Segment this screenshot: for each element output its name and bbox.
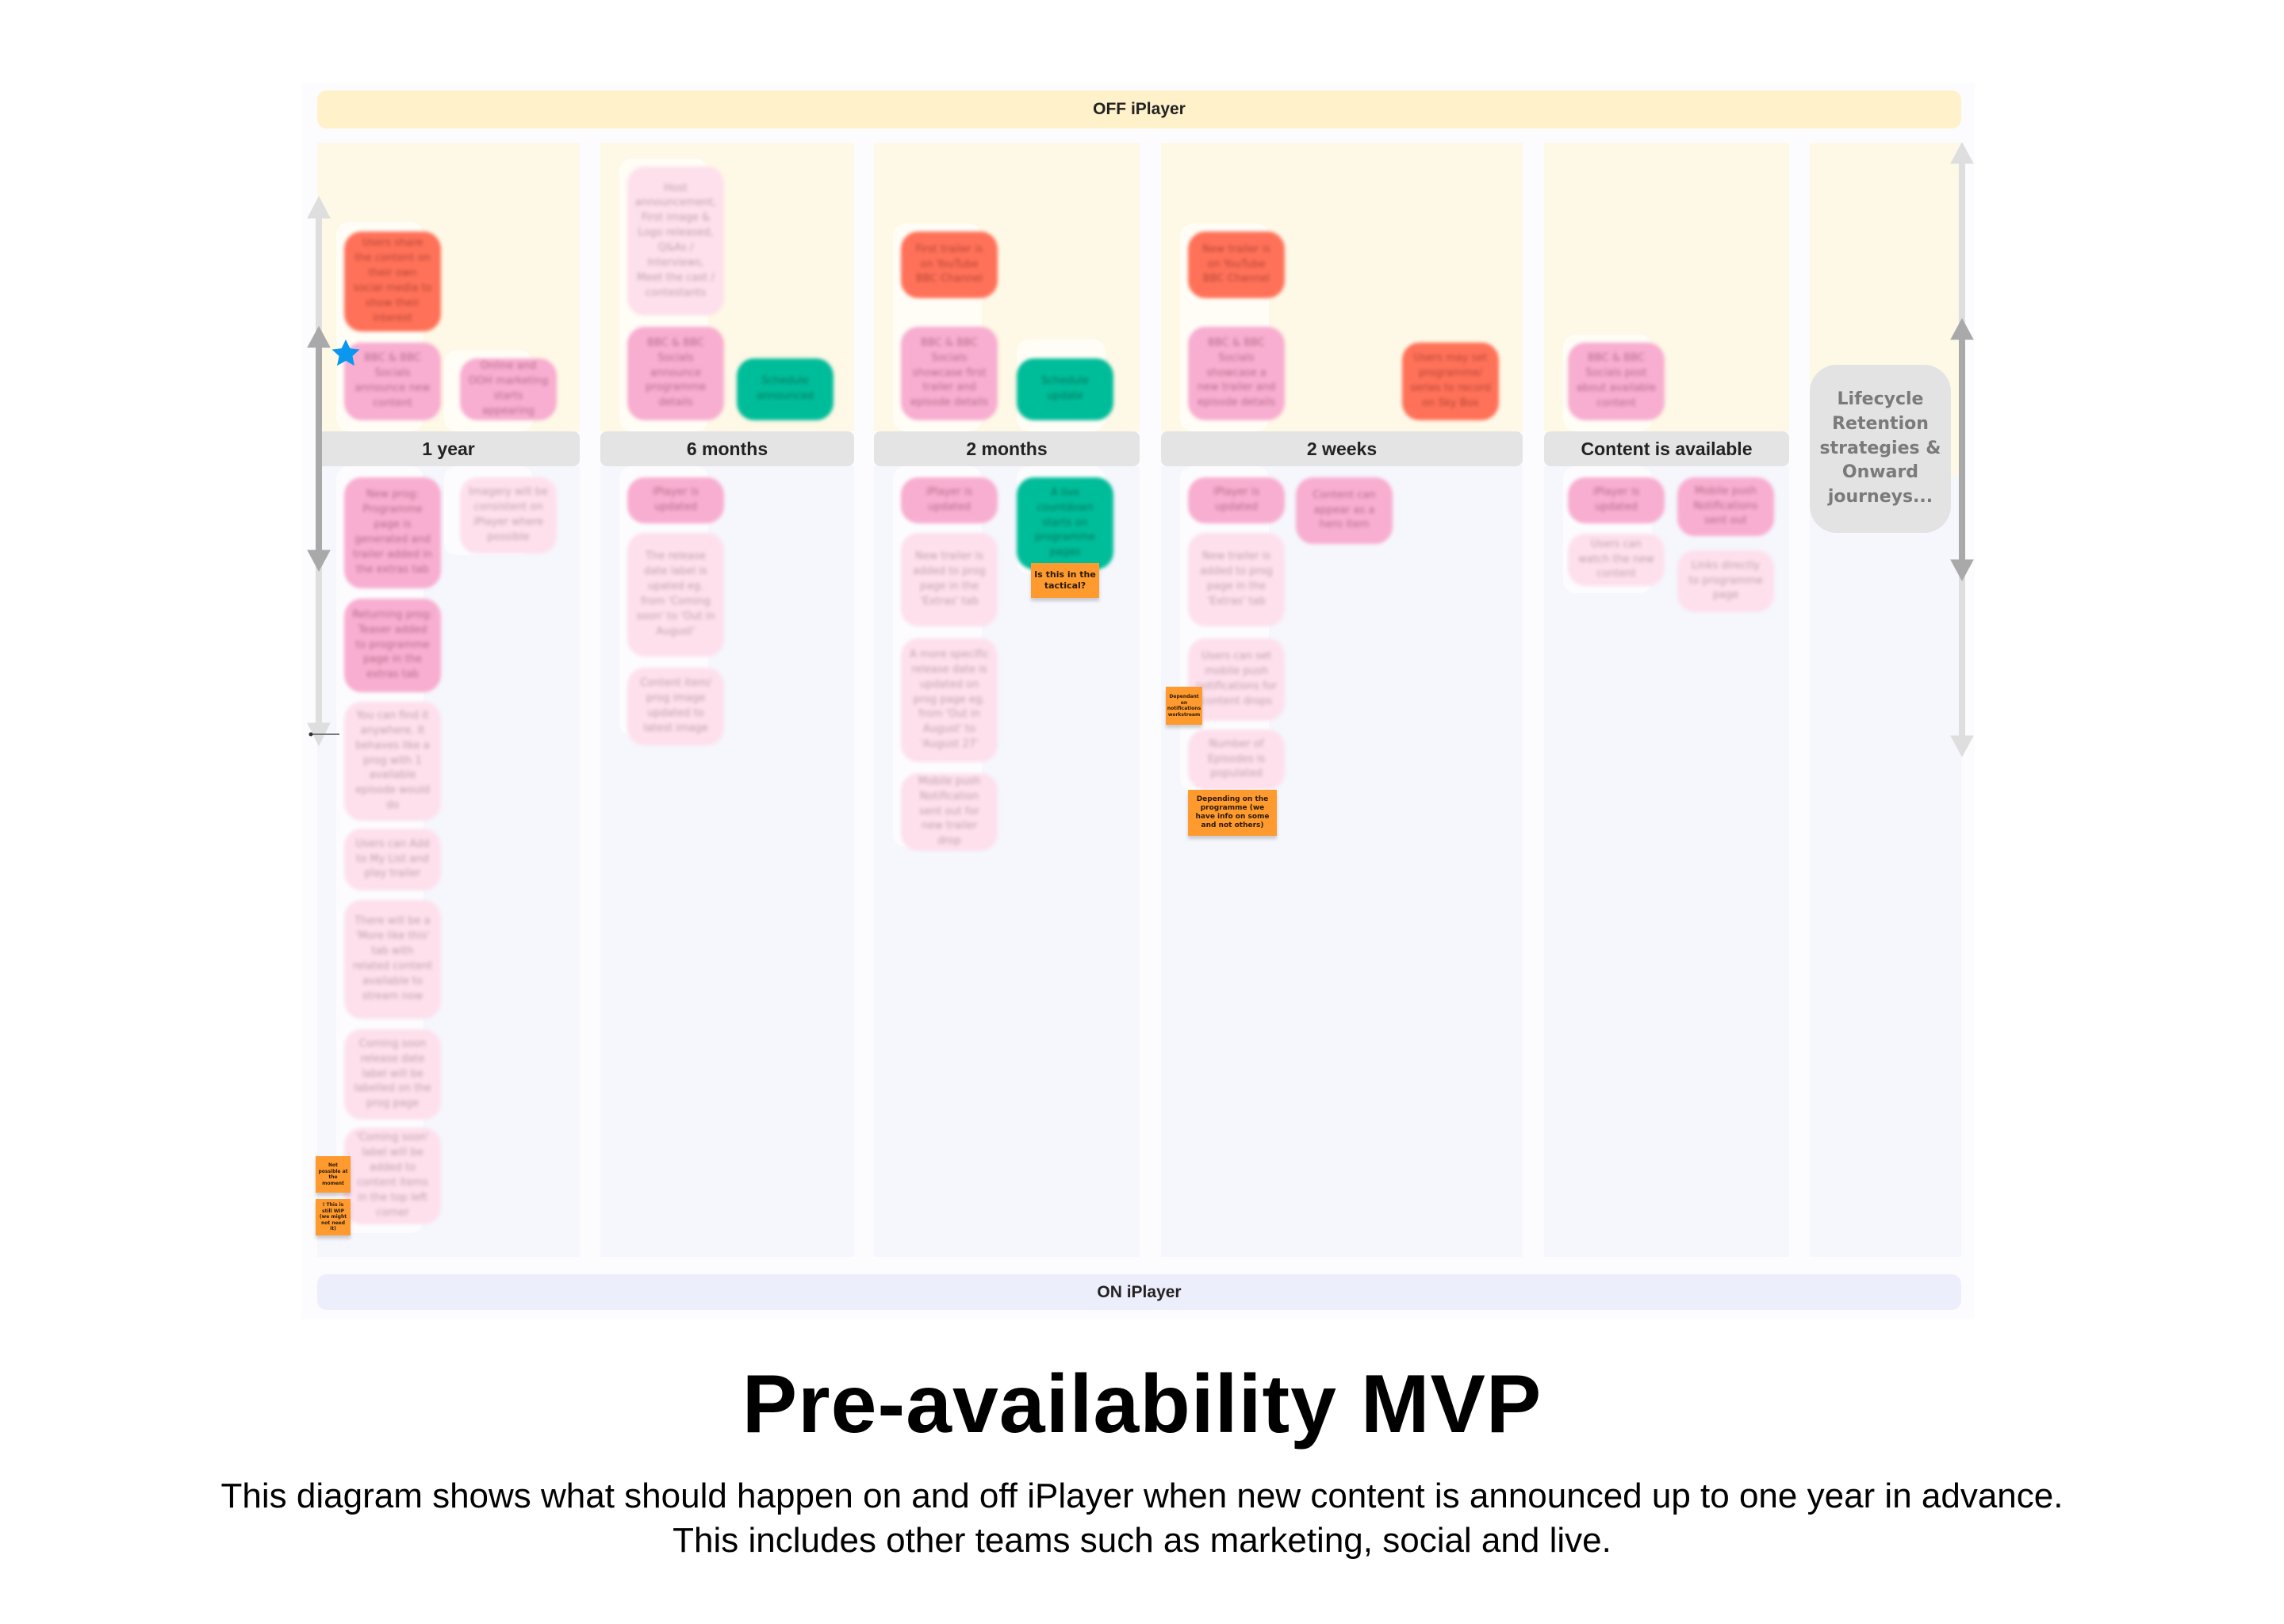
on-iplayer-band: ON iPlayer [317,1274,1961,1310]
right-range-arrow-dark [1950,317,1974,582]
connector-dot [308,732,313,737]
description-line-1: This diagram shows what should happen on… [220,1477,2064,1515]
description-line-2: This includes other teams such as market… [673,1521,1611,1560]
star-icon[interactable] [331,339,360,366]
page-title: Pre-availability MVP [742,1358,1542,1450]
left-range-arrow-dark [307,325,331,573]
on-iplayer-label: ON iPlayer [1097,1282,1182,1301]
